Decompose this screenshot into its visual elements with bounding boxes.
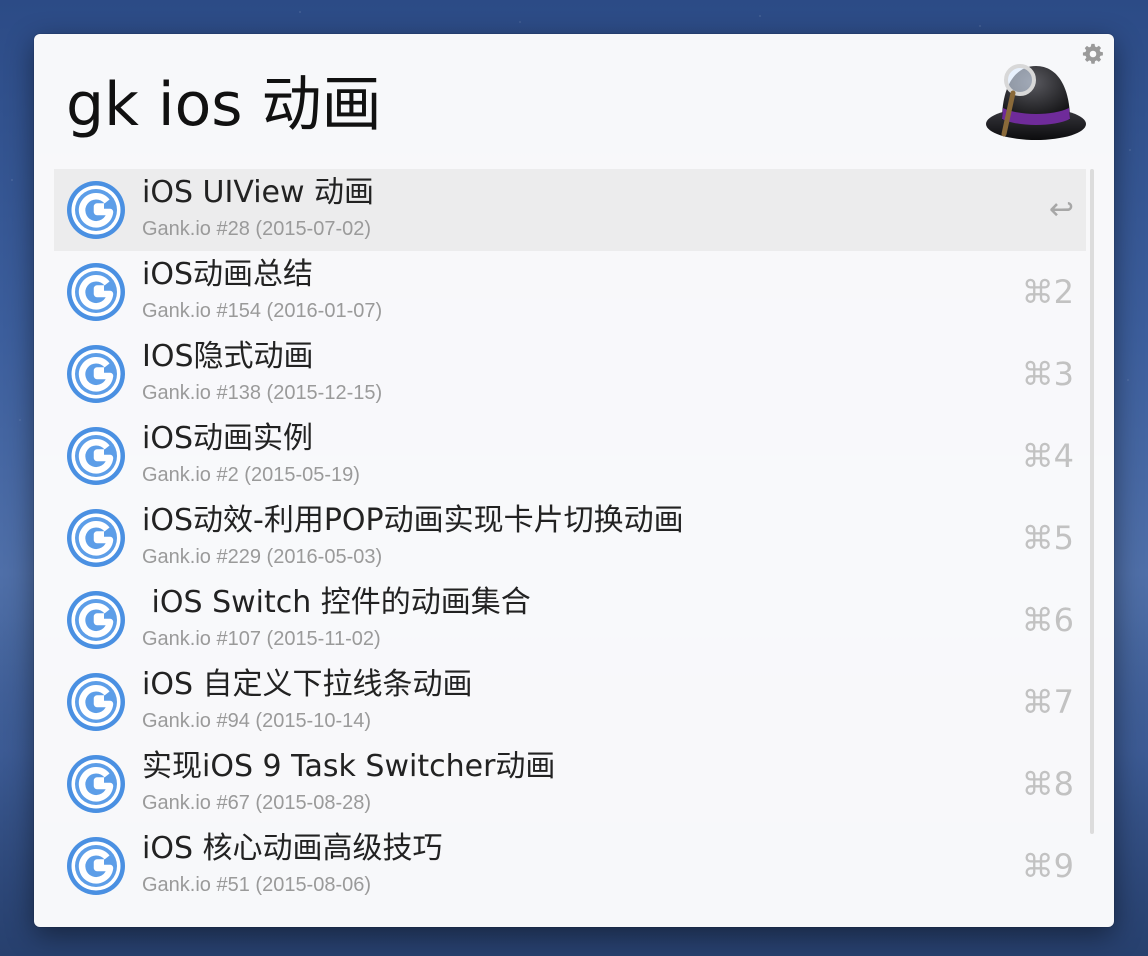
scrollbar[interactable] [1090,169,1094,834]
alfred-window: gk ios 动画 iOS UIView 动画 Gank.io #28 (201… [34,34,1114,927]
result-row-9[interactable]: iOS 核心动画高级技巧 Gank.io #51 (2015-08-06) ⌘9 [54,825,1086,907]
result-subtitle: Gank.io #94 (2015-10-14) [142,710,372,732]
result-shortcut: ⌘3 [1021,355,1074,393]
result-shortcut: ⌘7 [1021,683,1074,721]
result-subtitle: Gank.io #229 (2016-05-03) [142,546,383,568]
result-row-2[interactable]: iOS动画总结 Gank.io #154 (2016-01-07) ⌘2 [54,251,1086,333]
gank-g-icon [66,426,126,486]
result-subtitle: Gank.io #107 (2015-11-02) [142,628,381,650]
result-shortcut: ⌘6 [1021,601,1074,639]
result-shortcut: ⌘2 [1021,273,1074,311]
result-subtitle: Gank.io #154 (2016-01-07) [142,300,383,322]
result-title: iOS UIView 动画 [142,175,375,210]
result-subtitle: Gank.io #51 (2015-08-06) [142,874,372,896]
gank-g-icon [66,590,126,650]
result-row-8[interactable]: 实现iOS 9 Task Switcher动画 Gank.io #67 (201… [54,743,1086,825]
result-row-5[interactable]: iOS动效-利用POP动画实现卡片切换动画 Gank.io #229 (2016… [54,497,1086,579]
results-list: iOS UIView 动画 Gank.io #28 (2015-07-02) ↩… [54,169,1086,907]
result-title: iOS Switch 控件的动画集合 [142,585,531,620]
result-row-7[interactable]: iOS 自定义下拉线条动画 Gank.io #94 (2015-10-14) ⌘… [54,661,1086,743]
gank-g-icon [66,672,126,732]
result-subtitle: Gank.io #28 (2015-07-02) [142,218,372,240]
result-subtitle: Gank.io #67 (2015-08-28) [142,792,372,814]
search-input[interactable]: gk ios 动画 [66,60,966,150]
gank-g-icon [66,262,126,322]
gank-g-icon [66,754,126,814]
alfred-hat-icon [984,58,1088,146]
return-icon: ↩ [1048,192,1074,227]
result-shortcut: ⌘5 [1021,519,1074,557]
result-shortcut: ⌘4 [1021,437,1074,475]
result-subtitle: Gank.io #138 (2015-12-15) [142,382,383,404]
result-row-6[interactable]: iOS Switch 控件的动画集合 Gank.io #107 (2015-11… [54,579,1086,661]
result-subtitle: Gank.io #2 (2015-05-19) [142,464,360,486]
result-title: iOS动画总结 [142,257,313,292]
result-row-4[interactable]: iOS动画实例 Gank.io #2 (2015-05-19) ⌘4 [54,415,1086,497]
result-row-3[interactable]: IOS隐式动画 Gank.io #138 (2015-12-15) ⌘3 [54,333,1086,415]
result-title: iOS动画实例 [142,421,313,456]
result-title: IOS隐式动画 [142,339,314,374]
gank-g-icon [66,180,126,240]
result-title: 实现iOS 9 Task Switcher动画 [142,749,556,784]
gank-g-icon [66,344,126,404]
result-title: iOS动效-利用POP动画实现卡片切换动画 [142,503,684,538]
result-shortcut: ⌘9 [1021,847,1074,885]
gank-g-icon [66,836,126,896]
result-shortcut: ⌘8 [1021,765,1074,803]
gank-g-icon [66,508,126,568]
result-row-1[interactable]: iOS UIView 动画 Gank.io #28 (2015-07-02) ↩ [54,169,1086,251]
result-title: iOS 自定义下拉线条动画 [142,667,473,702]
result-title: iOS 核心动画高级技巧 [142,831,443,866]
